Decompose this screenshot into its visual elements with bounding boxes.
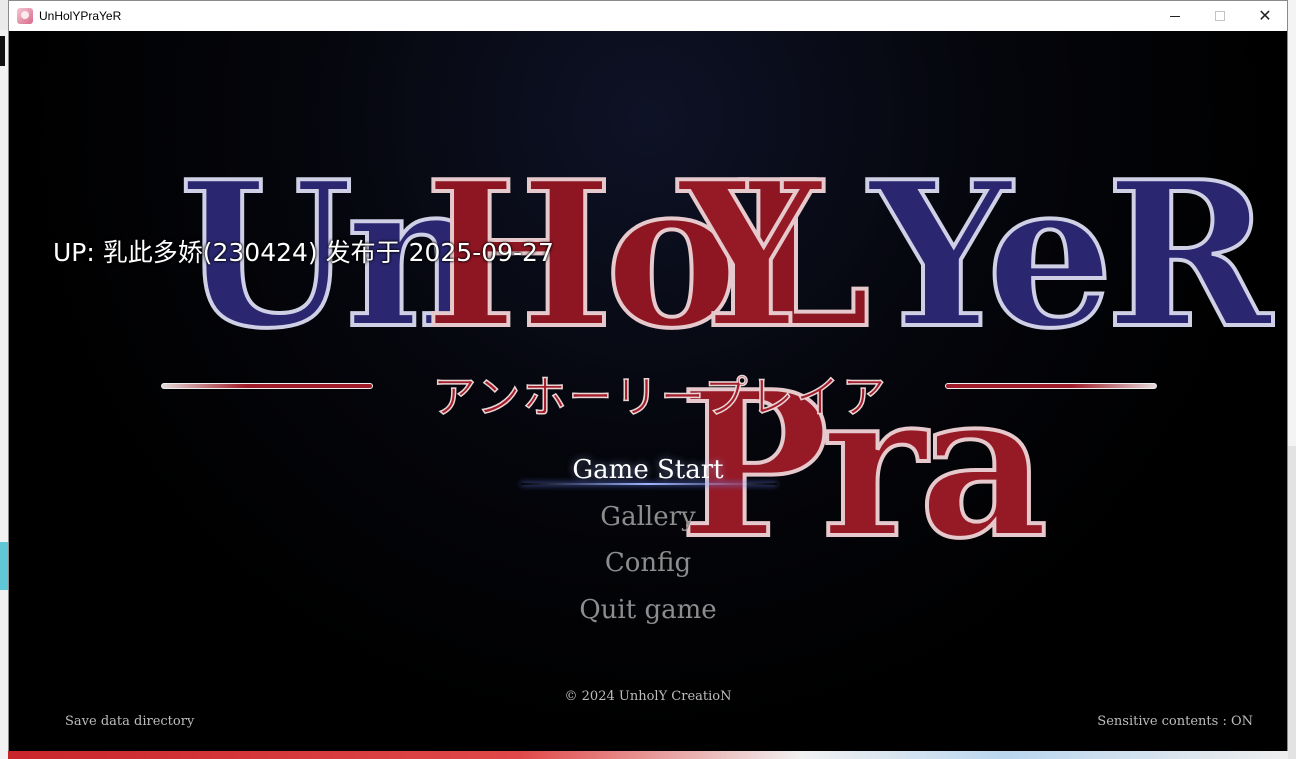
logo-divider-right bbox=[945, 383, 1157, 389]
desktop-background-right bbox=[1288, 0, 1296, 759]
menu-selection-underline bbox=[521, 483, 777, 485]
menu-config[interactable]: Config bbox=[9, 548, 1287, 578]
menu-gallery[interactable]: Gallery bbox=[9, 502, 1287, 532]
desktop-fragment bbox=[0, 542, 8, 590]
maximize-icon bbox=[1215, 11, 1225, 21]
game-logo: Un HoL Y Pra YeR アンホーリープレイア bbox=[149, 149, 1274, 573]
logo-subtitle: アンホーリープレイア bbox=[431, 371, 888, 424]
close-button[interactable]: ✕ bbox=[1242, 1, 1288, 31]
window-title: UnHolYPraYeR bbox=[39, 9, 122, 23]
desktop-fragment bbox=[0, 36, 5, 66]
menu-quit-game[interactable]: Quit game bbox=[9, 595, 1287, 625]
desktop-fragment bbox=[1288, 446, 1296, 759]
minimize-icon bbox=[1170, 15, 1180, 17]
copyright-text: © 2024 UnholY CreatioN bbox=[564, 689, 732, 704]
desktop-background-left bbox=[0, 30, 8, 759]
logo-part: YeR bbox=[867, 138, 1274, 373]
maximize-button[interactable] bbox=[1197, 1, 1243, 31]
sensitive-contents-toggle[interactable]: Sensitive contents : ON bbox=[1097, 714, 1253, 729]
minimize-button[interactable] bbox=[1152, 1, 1198, 31]
app-icon bbox=[17, 8, 33, 24]
close-icon: ✕ bbox=[1258, 8, 1272, 25]
title-bar[interactable]: UnHolYPraYeR ✕ bbox=[9, 1, 1287, 31]
game-canvas[interactable]: Un HoL Y Pra YeR アンホーリープレイア UP: 乳此多娇(230… bbox=[9, 31, 1287, 751]
game-window: UnHolYPraYeR ✕ Un HoL Y Pra YeR アンホーリープレ… bbox=[8, 0, 1288, 751]
logo-divider-left bbox=[161, 383, 373, 389]
desktop-background-bottom bbox=[8, 751, 1288, 759]
menu-game-start[interactable]: Game Start bbox=[9, 455, 1287, 485]
uploader-watermark: UP: 乳此多娇(230424) 发布于 2025-09-27 bbox=[53, 238, 554, 267]
save-data-directory-link[interactable]: Save data directory bbox=[65, 714, 194, 729]
